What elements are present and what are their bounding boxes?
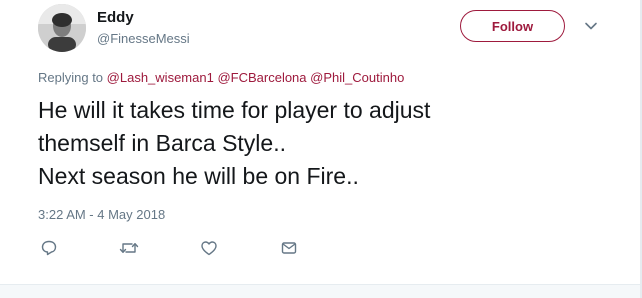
direct-message-button[interactable]: [278, 237, 300, 259]
retweet-button[interactable]: [118, 237, 140, 259]
like-icon: [201, 241, 217, 256]
tweet-menu-button[interactable]: [583, 18, 599, 34]
reply-icon: [41, 240, 57, 256]
mention-link[interactable]: @Lash_wiseman1: [107, 70, 214, 85]
user-avatar[interactable]: [38, 4, 86, 52]
user-display-name[interactable]: Eddy: [97, 9, 134, 26]
chevron-down-icon: [585, 22, 597, 30]
tweet-text-line: He will it takes time for player to adju…: [38, 97, 431, 123]
tweet-text-line: Next season he will be on Fire..: [38, 163, 359, 189]
mention-link[interactable]: @FCBarcelona: [217, 70, 306, 85]
direct-message-icon: [281, 242, 297, 254]
tweet-text: He will it takes time for player to adju…: [38, 94, 430, 193]
tweet-actions: [0, 237, 642, 259]
follow-button[interactable]: Follow: [460, 10, 565, 42]
tweet-timestamp[interactable]: 3:22 AM - 4 May 2018: [38, 207, 165, 222]
reply-button[interactable]: [38, 237, 60, 259]
retweet-icon: [119, 243, 139, 253]
like-button[interactable]: [198, 237, 220, 259]
replying-to-label: Replying to: [38, 70, 104, 85]
user-handle[interactable]: @FinesseMessi: [97, 31, 190, 46]
bottom-strip: [0, 285, 642, 298]
mention-link[interactable]: @Phil_Coutinho: [310, 70, 404, 85]
replying-to-line: Replying to @Lash_wiseman1 @FCBarcelona …: [38, 70, 404, 85]
tweet-text-line: themself in Barca Style..: [38, 130, 286, 156]
avatar-photo-icon: [38, 4, 86, 52]
